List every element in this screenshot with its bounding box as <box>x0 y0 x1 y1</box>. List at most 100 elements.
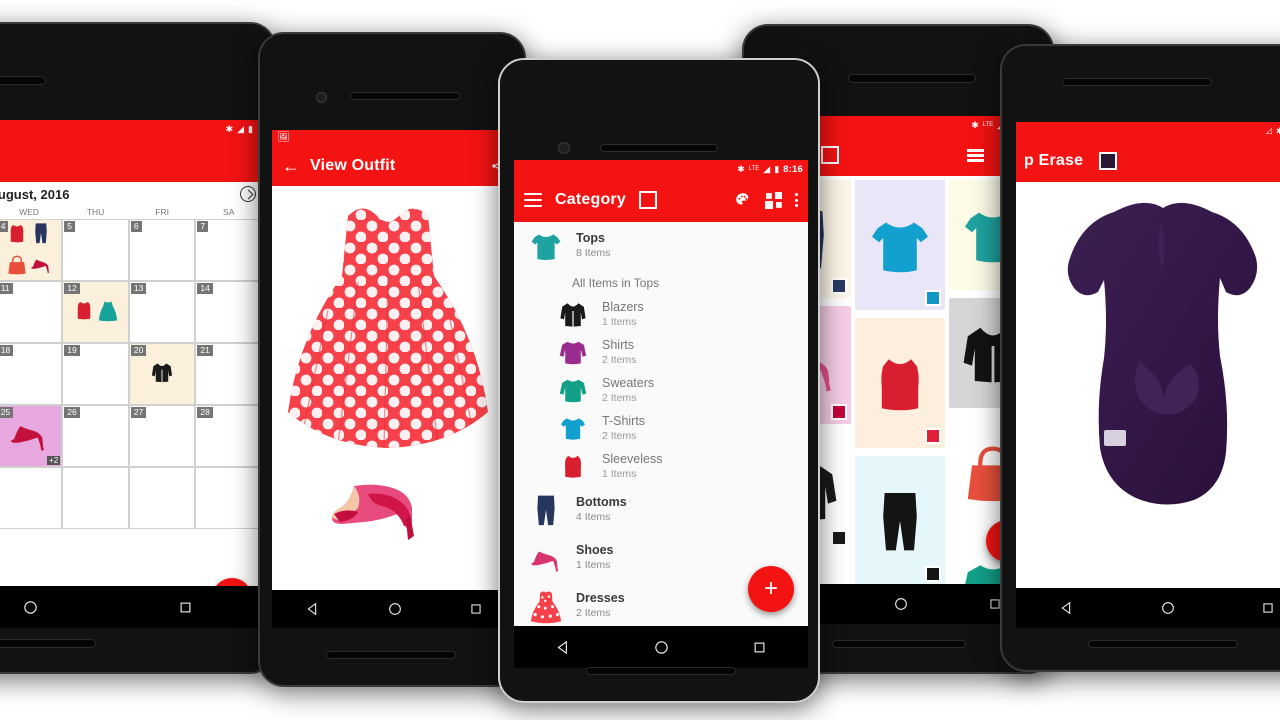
item-card[interactable] <box>855 180 945 310</box>
page-title: p Erase <box>1024 152 1084 169</box>
calendar-day-cell[interactable]: 19 <box>62 343 129 405</box>
calendar-day-cell[interactable] <box>128 467 196 529</box>
color-swatch <box>924 566 941 582</box>
calendar-day-cell[interactable] <box>195 467 262 529</box>
status-clock: 8:16 <box>783 163 803 175</box>
red-polka-dress-image <box>530 591 562 624</box>
category-name: Tops <box>576 231 605 246</box>
category-thumbnail <box>528 588 564 624</box>
category-name: Bottoms <box>576 495 627 510</box>
back-button[interactable]: ← <box>282 157 300 175</box>
red-polka-dot-dress-image[interactable] <box>278 198 498 468</box>
item-card[interactable] <box>855 318 945 448</box>
calendar-day-cell[interactable]: 4 <box>0 219 63 281</box>
status-bar: ✱ ◢ ▮ <box>0 120 262 138</box>
day-number: 12 <box>64 283 80 295</box>
image-icon: 🖼 <box>277 132 290 143</box>
recents-icon[interactable] <box>178 600 193 615</box>
calendar-body: August, 2016 NMONTUEWEDTHUFRISA 12345678… <box>0 182 262 628</box>
back-icon[interactable] <box>305 601 321 617</box>
home-icon[interactable] <box>1160 600 1176 616</box>
calendar-day-cell[interactable]: 11 <box>0 281 63 343</box>
calendar-day-cell[interactable]: 20 <box>128 343 196 405</box>
bluetooth-icon: ✱ <box>737 163 745 174</box>
calendar-day-cell[interactable]: 27 <box>128 405 196 467</box>
add-button-fab[interactable]: + <box>748 566 794 612</box>
pink-red-heels-image[interactable] <box>324 474 434 550</box>
home-icon[interactable] <box>387 601 403 617</box>
calendar-day-cell[interactable]: 5 <box>62 219 129 281</box>
back-icon[interactable] <box>1059 600 1075 616</box>
category-row[interactable]: Bottoms 4 Items <box>514 486 808 534</box>
category-row[interactable]: Tops 8 Items <box>514 222 808 270</box>
subcategory-row[interactable]: T-Shirts 2 Items <box>514 410 808 448</box>
home-icon[interactable] <box>893 596 909 612</box>
subcategory-row[interactable]: Shirts 2 Items <box>514 334 808 372</box>
phone-screen-view-outfit: 🖼 ← View Outfit <box>272 130 516 628</box>
recents-icon[interactable] <box>469 602 483 616</box>
phone-erase: ◿ ✱ LTE ◢ p Erase ↶ <box>1000 44 1280 672</box>
earpiece-speaker <box>848 74 976 83</box>
subcategory-thumbnail <box>558 299 590 331</box>
select-icon[interactable] <box>820 146 839 164</box>
next-month-button[interactable] <box>240 186 256 202</box>
item-card[interactable] <box>855 456 945 586</box>
calendar-day-cell[interactable]: 14 <box>195 281 262 343</box>
erase-canvas[interactable] <box>1016 182 1280 628</box>
calendar-day-cell[interactable]: 18 <box>0 343 63 405</box>
bottom-speaker <box>0 639 96 648</box>
subcategory-row[interactable]: Blazers 1 Items <box>514 296 808 334</box>
color-swatch <box>831 404 848 420</box>
palette-icon[interactable] <box>734 191 752 209</box>
recents-icon[interactable] <box>1261 601 1275 615</box>
signal-icon: ◢ <box>763 163 771 174</box>
home-icon[interactable] <box>22 599 39 616</box>
day-number: 11 <box>0 283 13 295</box>
calendar-day-cell[interactable]: 26 <box>62 405 129 467</box>
overflow-icon[interactable] <box>795 193 798 207</box>
calendar-day-cell[interactable]: 7 <box>195 219 262 281</box>
earpiece-speaker <box>600 144 718 152</box>
back-icon[interactable] <box>555 639 572 656</box>
grid-icon[interactable] <box>765 191 782 209</box>
calendar-day-cell[interactable] <box>0 467 63 529</box>
phone-bezel-top <box>260 34 524 112</box>
subcategory-count: 2 Items <box>602 429 637 442</box>
list-icon[interactable] <box>967 148 984 162</box>
red-heels-image <box>11 425 44 451</box>
calendar-day-cell[interactable]: 12 <box>62 281 129 343</box>
subcategory-name: T-Shirts <box>602 414 646 429</box>
calendar-day-cell[interactable]: 21 <box>195 343 262 405</box>
category-count: 8 Items <box>576 246 611 259</box>
subcategory-row[interactable]: Sleeveless 1 Items <box>514 448 808 486</box>
teal-skirt-image <box>98 300 117 321</box>
phone-view-outfit: 🖼 ← View Outfit <box>258 32 526 687</box>
calendar-day-cell[interactable]: 25 +2 <box>0 405 63 467</box>
system-navbar <box>0 586 262 628</box>
calendar-day-cell[interactable] <box>62 467 129 529</box>
subcategory-name: Sweaters <box>602 376 655 391</box>
select-icon[interactable] <box>638 191 657 209</box>
day-number: 25 <box>0 407 14 419</box>
select-icon[interactable] <box>1099 152 1118 170</box>
day-number: 27 <box>130 407 147 419</box>
color-swatch <box>831 530 848 546</box>
front-camera-icon <box>558 142 570 154</box>
calendar-day-cell[interactable]: 13 <box>128 281 196 343</box>
hamburger-icon[interactable] <box>524 193 542 207</box>
calendar-day-cell[interactable]: 28 <box>195 405 262 467</box>
calendar-day-cell[interactable]: 6 <box>128 219 196 281</box>
black-blazer-image <box>152 362 173 382</box>
pink-heel-image <box>531 551 559 572</box>
phone-screen-category: ✱ LTE ◢ ▮ 8:16 Category Tops 8 Items All… <box>514 160 808 668</box>
page-title: View Outfit <box>310 157 396 174</box>
subcategory-count: 2 Items <box>602 391 637 404</box>
subcategory-row[interactable]: Sweaters 2 Items <box>514 372 808 410</box>
recents-icon[interactable] <box>752 640 767 655</box>
more-items-badge: +2 <box>47 456 61 465</box>
red-tank-image <box>77 301 90 319</box>
home-icon[interactable] <box>653 639 670 656</box>
day-number: 14 <box>197 283 213 295</box>
battery-icon: ▮ <box>774 163 780 174</box>
red-tank-image <box>10 224 24 243</box>
